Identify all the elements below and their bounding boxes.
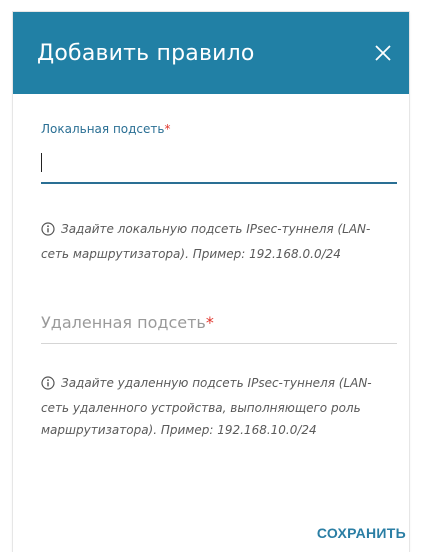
local-subnet-label-text: Локальная подсеть <box>41 122 165 136</box>
remote-subnet-hint: Задайте удаленную подсеть IPsec-туннеля … <box>41 372 387 441</box>
info-icon <box>41 375 55 397</box>
remote-subnet-underline <box>41 343 397 344</box>
remote-subnet-hint-text: Задайте удаленную подсеть IPsec-туннеля … <box>41 376 372 437</box>
close-button[interactable] <box>369 39 397 67</box>
local-subnet-input[interactable] <box>41 148 397 184</box>
info-icon <box>41 221 55 243</box>
remote-subnet-input[interactable] <box>41 308 397 342</box>
save-button[interactable]: СОХРАНИТЬ <box>317 525 406 541</box>
close-icon <box>375 45 391 61</box>
dialog-title: Добавить правило <box>37 41 255 66</box>
local-subnet-label: Локальная подсеть* <box>41 122 170 136</box>
local-subnet-hint-text: Задайте локальную подсеть IPsec-туннеля … <box>41 222 371 261</box>
local-subnet-hint: Задайте локальную подсеть IPsec-туннеля … <box>41 218 387 265</box>
add-rule-dialog: Добавить правило Локальная подсеть* Зада… <box>13 12 409 552</box>
text-cursor <box>41 153 42 172</box>
dialog-header: Добавить правило <box>13 12 409 94</box>
required-mark: * <box>164 122 171 136</box>
